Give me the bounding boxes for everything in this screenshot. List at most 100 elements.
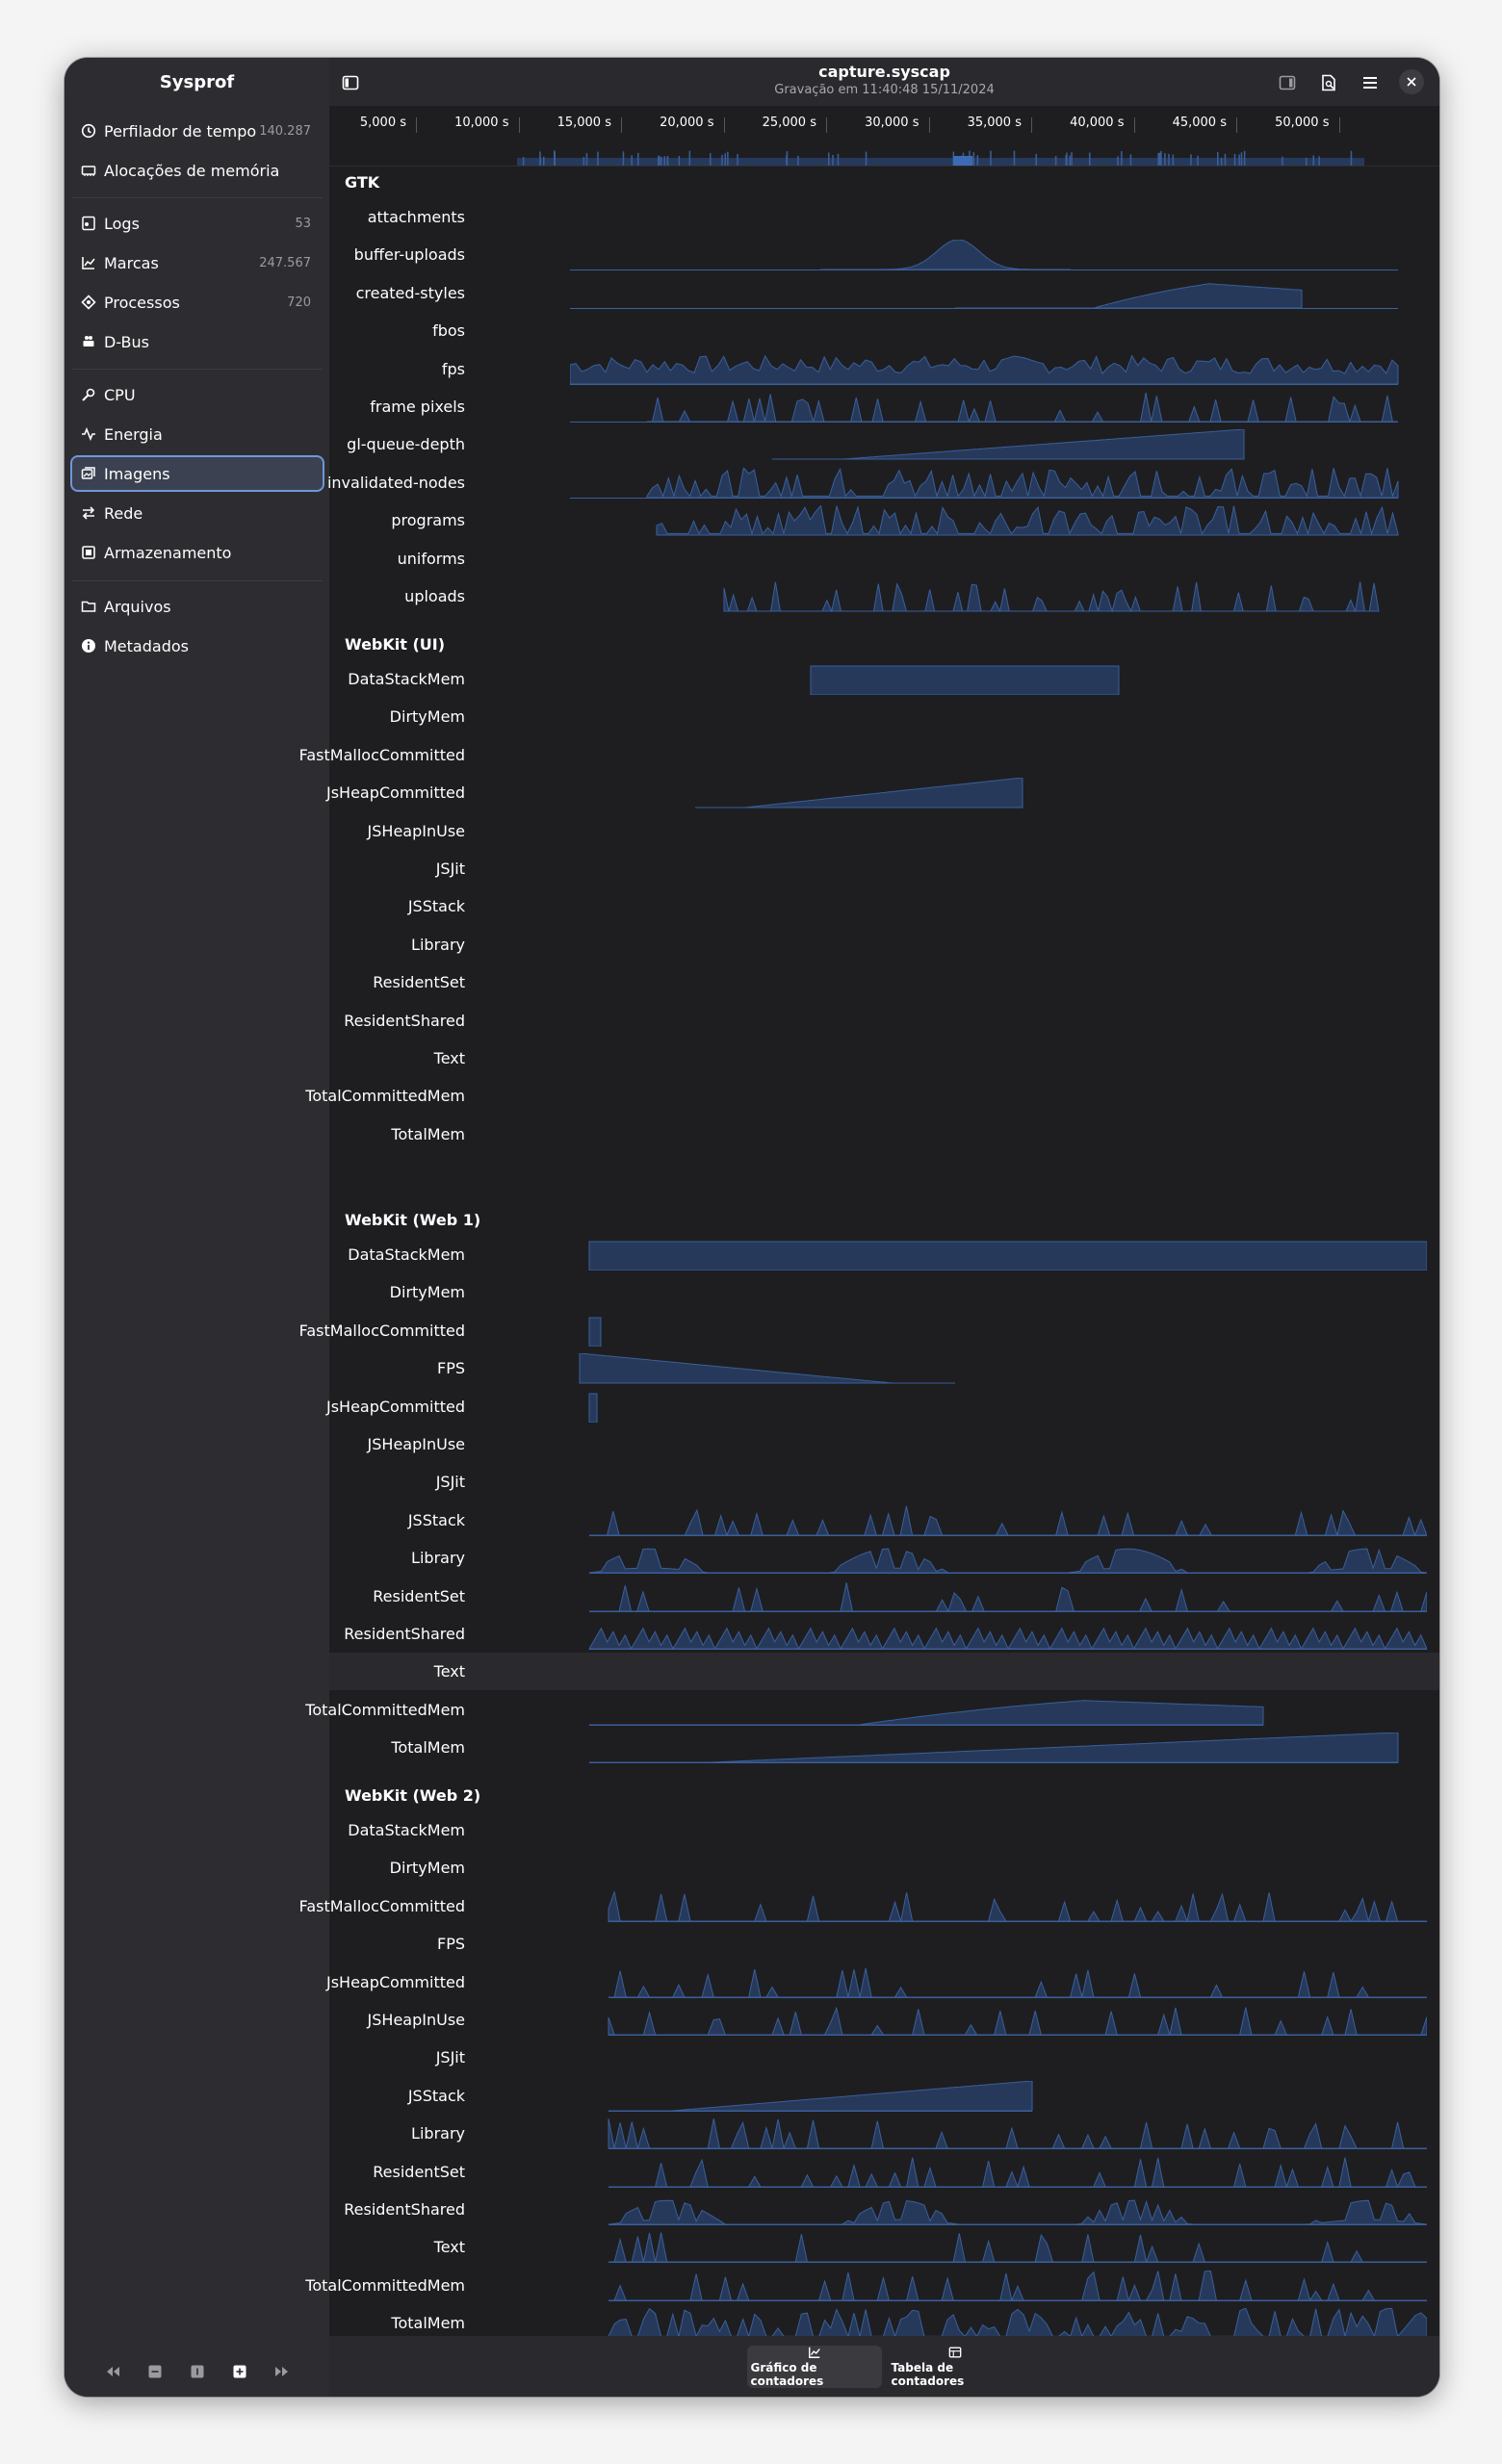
sidebar-item-label: CPU [104, 385, 136, 404]
counter-row[interactable]: DirtyMem [329, 1273, 1439, 1311]
sidebar-item-processes[interactable]: Processos 720 [70, 284, 324, 321]
zoom-reset-icon[interactable] [186, 2360, 209, 2383]
sidebar-item-metadata[interactable]: Metadados [70, 628, 324, 664]
counter-row[interactable]: TotalCommittedMem [305, 1077, 1439, 1115]
sidebar-item-logs[interactable]: Logs 53 [70, 205, 324, 242]
counter-track [570, 1815, 1427, 1846]
counter-row[interactable]: ResidentShared [329, 1615, 1439, 1653]
toggle-details-button[interactable] [1272, 67, 1303, 98]
counter-row[interactable]: Library [329, 1539, 1439, 1577]
sidebar-item-cpu[interactable]: CPU [70, 376, 324, 413]
counter-row[interactable]: DataStackMem [329, 660, 1439, 698]
timeline-overview[interactable] [329, 144, 1439, 166]
counter-row[interactable]: JSStack [329, 887, 1439, 925]
counter-row[interactable]: JsHeapCommitted [326, 774, 1439, 811]
zoom-out-icon[interactable] [143, 2360, 167, 2383]
sidebar-item-storage[interactable]: Armazenamento [70, 534, 324, 571]
overview-mark [1220, 157, 1223, 166]
counter-row[interactable]: Library [329, 926, 1439, 963]
counter-row[interactable]: FastMallocCommitted [299, 736, 1439, 774]
rewind-icon[interactable] [101, 2360, 124, 2383]
counter-row[interactable]: DirtyMem [329, 698, 1439, 735]
divider [72, 580, 323, 581]
counter-track [570, 1467, 1427, 1498]
counter-row[interactable]: FPS [329, 1349, 1439, 1387]
counter-row[interactable]: DataStackMem [329, 1236, 1439, 1273]
counter-area [609, 2270, 1427, 2301]
sidebar-item-memory[interactable]: Alocações de memória [70, 152, 324, 189]
counter-row[interactable]: JSJit [329, 2039, 1439, 2076]
sidebar-item-energy[interactable]: Energia [70, 416, 324, 452]
sidebar-item-label: Alocações de memória [104, 161, 280, 180]
counter-row[interactable]: Text [329, 1040, 1439, 1077]
counter-row[interactable]: ResidentShared [329, 1002, 1439, 1040]
zoom-in-icon[interactable] [228, 2360, 251, 2383]
counter-row[interactable]: Text [329, 2228, 1439, 2266]
ruler-tick-label: 5,000 s [359, 116, 406, 130]
counter-row[interactable]: JSStack [329, 1502, 1439, 1539]
counter-row[interactable]: Text [329, 1653, 1439, 1691]
overview-mark [1071, 152, 1073, 166]
counter-row[interactable]: frame pixels [329, 388, 1439, 425]
timeline-ruler[interactable]: 5,000 s 10,000 s 15,000 s 20,000 s 25,000 s 3… [329, 106, 1439, 167]
counter-row[interactable]: JSJit [329, 850, 1439, 887]
counter-row[interactable]: fbos [329, 312, 1439, 349]
overview-mark [663, 156, 665, 166]
counter-row[interactable]: FPS [329, 1925, 1439, 1963]
overview-mark [678, 155, 681, 166]
counter-row[interactable]: TotalCommittedMem [305, 2267, 1439, 2304]
counter-row[interactable]: JsHeapCommitted [326, 1964, 1439, 2001]
counter-row[interactable]: buffer-uploads [329, 236, 1439, 273]
counter-row[interactable]: JSHeapInUse [329, 1425, 1439, 1463]
sidebar-item-dbus[interactable]: D-Bus [70, 323, 324, 360]
sidebar: Sysprof Perfilador de tempo 140.287 Aloc… [65, 58, 329, 2397]
counter-row[interactable]: JsHeapCommitted [326, 1388, 1439, 1425]
counter-track [608, 1890, 1427, 1922]
counter-row[interactable]: invalidated-nodes [327, 464, 1439, 501]
sidebar-item-time-profiler[interactable]: Perfilador de tempo 140.287 [70, 113, 324, 149]
counter-row[interactable]: FastMallocCommitted [299, 1312, 1439, 1349]
panel-right-icon [1279, 75, 1296, 90]
counter-row[interactable]: TotalMem [329, 1729, 1439, 1766]
counter-row[interactable]: ResidentSet [329, 1578, 1439, 1615]
counter-row[interactable]: JSHeapInUse [329, 812, 1439, 850]
counter-row[interactable]: DataStackMem [329, 1811, 1439, 1849]
counter-label: FastMallocCommitted [298, 745, 465, 764]
counter-row[interactable]: ResidentSet [329, 963, 1439, 1001]
tab-counters-table[interactable]: Tabela de contadores [888, 2346, 1023, 2388]
counter-row[interactable]: TotalMem [329, 1116, 1439, 1153]
counter-row[interactable]: uploads [329, 578, 1439, 615]
ruler-tick-line [1338, 117, 1340, 133]
sidebar-item-files[interactable]: Arquivos [70, 588, 324, 625]
counter-track [589, 1732, 1399, 1764]
counter-track [570, 1006, 1427, 1037]
main-menu-button[interactable] [1355, 67, 1385, 98]
counter-row[interactable]: FastMallocCommitted [299, 1887, 1439, 1925]
counter-row[interactable]: gl-queue-depth [329, 425, 1439, 463]
counter-row[interactable]: TotalCommittedMem [305, 1691, 1439, 1729]
fast-forward-icon[interactable] [271, 2360, 294, 2383]
counter-row[interactable]: uniforms [329, 540, 1439, 578]
sidebar-item-network[interactable]: Rede [70, 495, 324, 531]
counter-row[interactable]: programs [329, 501, 1439, 539]
ruler-tick-line [1236, 117, 1237, 133]
tab-counters-chart[interactable]: Gráfico de contadores [746, 2345, 882, 2388]
inspector-button[interactable] [1313, 67, 1344, 98]
counter-row[interactable]: JSJit [329, 1463, 1439, 1501]
counter-row[interactable]: DirtyMem [329, 1849, 1439, 1886]
counter-row[interactable]: fps [329, 350, 1439, 388]
counter-row[interactable]: Library [329, 2115, 1439, 2152]
counter-row[interactable]: ResidentSet [329, 2153, 1439, 2191]
counter-area [570, 354, 1399, 385]
counter-track [570, 1119, 1427, 1150]
counter-row[interactable]: ResidentShared [329, 2191, 1439, 2228]
counter-row[interactable]: attachments [329, 198, 1439, 236]
sidebar-item-graphics[interactable]: Imagens [70, 455, 324, 492]
counter-row[interactable]: JSStack [329, 2077, 1439, 2115]
counter-row[interactable]: JSHeapInUse [329, 2001, 1439, 2039]
sidebar-item-marks[interactable]: Marcas 247.567 [70, 244, 324, 281]
counter-track [588, 1393, 598, 1423]
close-button[interactable] [1399, 69, 1424, 94]
counter-track [570, 854, 1427, 885]
counter-row[interactable]: created-styles [329, 274, 1439, 312]
